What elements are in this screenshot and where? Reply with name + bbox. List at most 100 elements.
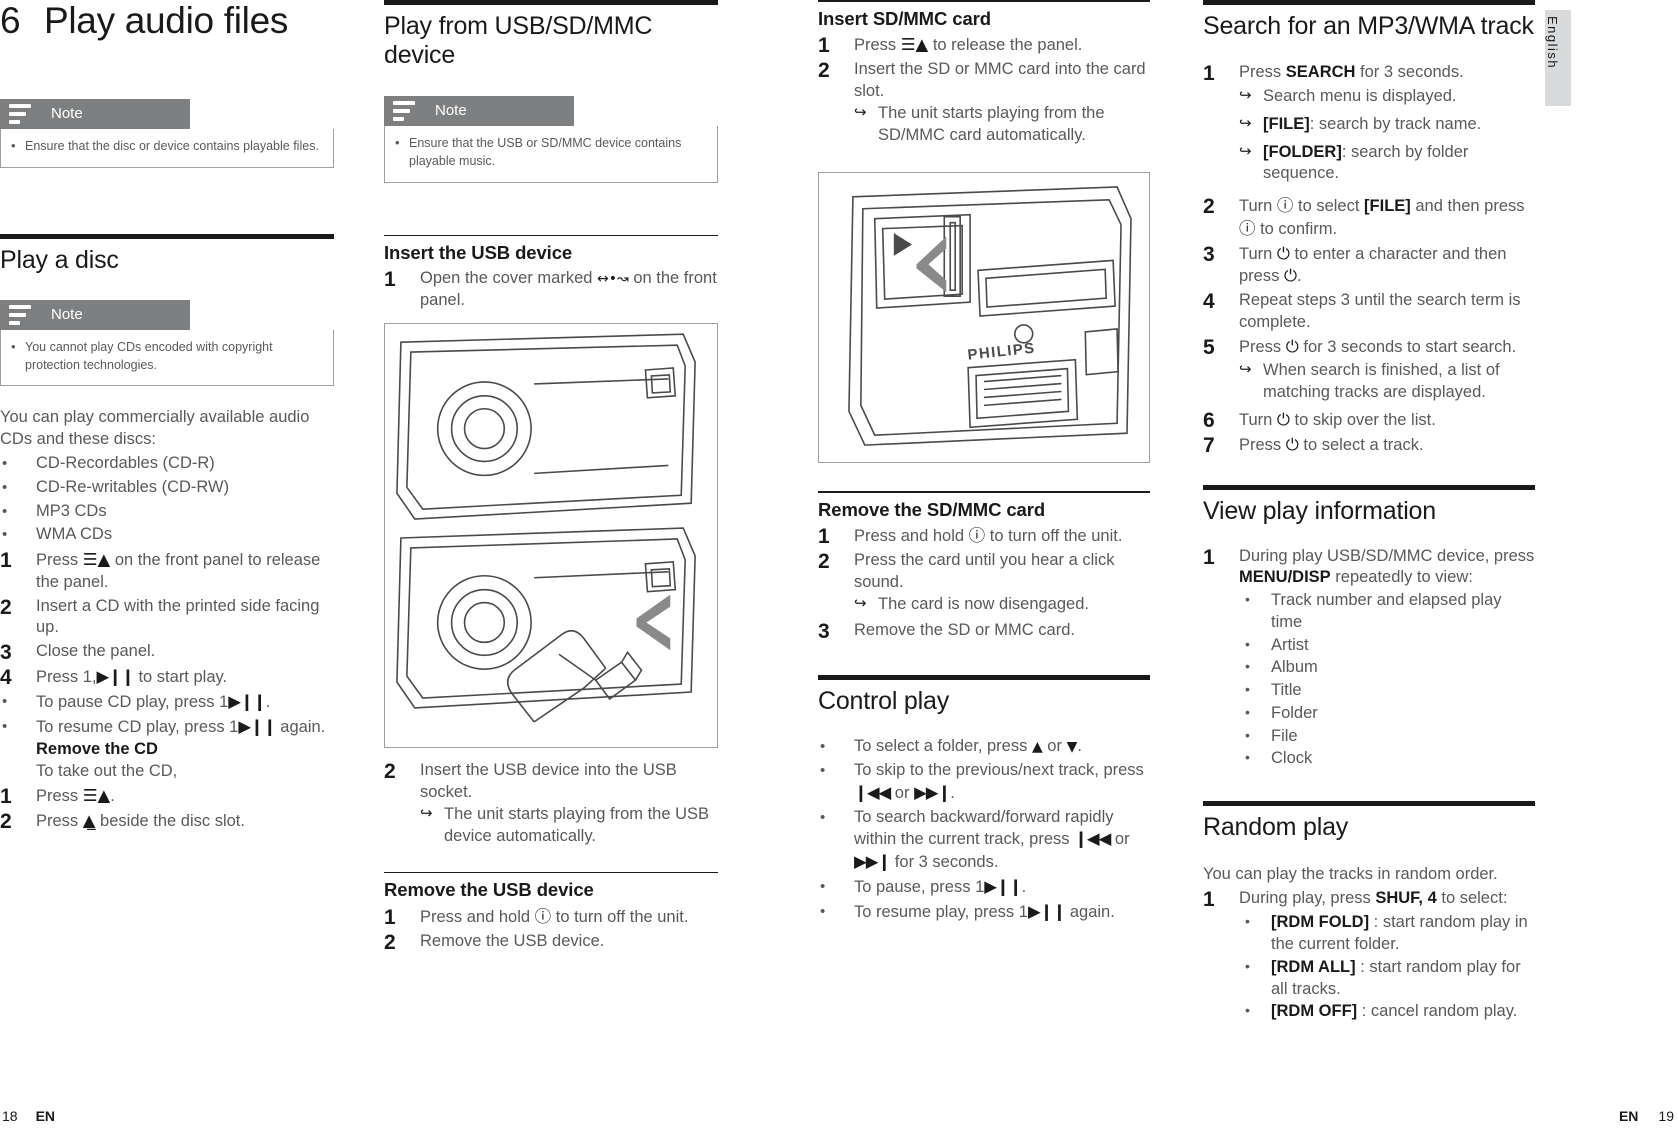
insert-sd-steps: 1 Press ☰▲ to release the panel. 2 Inser… — [818, 34, 1150, 103]
step-item: 1 Press and hold ⓘ to turn off the unit. — [384, 906, 718, 929]
list-item-label: Album — [1271, 658, 1318, 677]
step-text: Insert the SD or MMC card into the card … — [854, 59, 1146, 100]
step-text: Press ☰▲ to release the panel. — [854, 34, 1083, 54]
power-icon: ⏻ — [1276, 410, 1290, 430]
list-item: • Artist — [1239, 635, 1535, 657]
list-item: • [RDM OFF] : cancel random play. — [1239, 1001, 1535, 1023]
note-item: Ensure that the USB or SD/MMC device con… — [393, 134, 707, 171]
insert-usb-section: Insert the USB device — [384, 234, 718, 265]
step-number: 6 — [1203, 409, 1215, 433]
insert-usb-step2-list: 2 Insert the USB device into the USB soc… — [384, 760, 718, 804]
step-number: 3 — [818, 620, 830, 644]
control-play-bullets: • To select a folder, press ▲ or ▼. • To… — [818, 736, 1150, 923]
play-pause-icon: ▶❙❙ — [228, 692, 266, 712]
remove-sd-step3-list: 3 Remove the SD or MMC card. — [818, 620, 1150, 643]
step-number: 1 — [818, 33, 830, 57]
step-result: ↪ [FILE]: search by track name. — [1239, 114, 1535, 136]
play-from-usb-heading: Play from USB/SD/MMC device — [384, 12, 653, 69]
step-text: Turn ⓘ to select [FILE] and then press ⓘ… — [1239, 196, 1525, 238]
step-text: Press and hold ⓘ to turn off the unit. — [854, 525, 1123, 545]
arrow-icon: ↪ — [1239, 142, 1252, 160]
step-item: 7 Press ⏻ to select a track. — [1203, 434, 1535, 457]
page-number-right: 19 — [1658, 1108, 1674, 1124]
bullet-icon: • — [2, 478, 8, 496]
list-item-label: MP3 CDs — [36, 501, 107, 520]
next-track-icon: ▶▶❙ — [854, 852, 891, 872]
step-item: 4 Repeat steps 3 until the search term i… — [1203, 290, 1535, 334]
language-side-tab: English — [1545, 10, 1571, 106]
brand-label: PHILIPS — [967, 341, 1037, 364]
step-number: 4 — [0, 666, 12, 690]
bullet-icon: • — [1245, 703, 1250, 720]
list-item-label: To skip to the previous/next track, pres… — [854, 760, 1144, 802]
step-item: 2 Insert a CD with the printed side faci… — [0, 596, 334, 640]
eject-panel-icon: ☰▲ — [82, 550, 111, 570]
bullet-icon: • — [1245, 681, 1250, 698]
bullet-icon: • — [2, 455, 8, 473]
eject-disc-icon: ▲̲ — [82, 810, 96, 830]
bullet-icon: • — [2, 693, 8, 711]
step-item: 3 Close the panel. — [0, 641, 334, 664]
list-item: • [RDM FOLD] : start random play in the c… — [1239, 912, 1535, 956]
remove-cd-steps: 1 Press ☰▲. 2 Press ▲̲ beside the disc s… — [0, 785, 334, 833]
step-number: 1 — [818, 524, 830, 548]
step-number: 2 — [384, 930, 396, 954]
list-item-label: Artist — [1271, 635, 1309, 654]
step-number: 2 — [0, 809, 12, 833]
step-result: ↪ Search menu is displayed. — [1239, 86, 1535, 108]
step-item: 1 Press ☰▲. — [0, 785, 334, 808]
list-item-label: [RDM OFF] : cancel random play. — [1271, 1002, 1518, 1021]
bullet-icon: • — [1245, 635, 1250, 652]
step-text: During play USB/SD/MMC device, press MEN… — [1239, 546, 1535, 587]
list-item-label: To select a folder, press ▲ or ▼. — [854, 737, 1082, 756]
note-body: Ensure that the disc or device contains … — [0, 129, 334, 168]
insertion-arrow-icon — [916, 236, 947, 293]
view-play-info-heading: View play information — [1203, 496, 1436, 525]
list-item-label: To resume play, press 1▶❙❙ again. — [854, 901, 1115, 921]
step-item: 3 Turn ⏻ to enter a character and then p… — [1203, 243, 1535, 289]
note-icon — [384, 100, 427, 122]
list-item-label: To pause CD play, press 1▶❙❙. — [36, 692, 271, 712]
column-four: Search for an MP3/WMA track 1 Press SEAR… — [1203, 0, 1535, 1023]
bullet-icon: • — [1245, 658, 1250, 675]
note-icon — [0, 304, 43, 325]
note-label: Note — [43, 99, 83, 129]
step-item: 2 Insert the SD or MMC card into the car… — [818, 59, 1150, 103]
step-text: Press the card until you hear a click so… — [854, 550, 1115, 591]
arrow-icon: ↪ — [1239, 87, 1252, 105]
step-text: Remove the SD or MMC card. — [854, 621, 1075, 640]
bullet-icon: • — [2, 526, 8, 544]
section-rule — [818, 490, 1150, 493]
remove-usb-section: Remove the USB device — [384, 871, 718, 902]
bullet-icon: • — [1245, 591, 1250, 608]
prev-track-icon: ❙◀◀ — [854, 782, 891, 802]
view-play-info-items: • Track number and elapsed play time • Art… — [1239, 590, 1535, 770]
view-play-info-steps: 1 During play USB/SD/MMC device, press M… — [1203, 546, 1535, 590]
list-item: • CD-Recordables (CD-R) — [0, 453, 334, 475]
list-item: • To select a folder, press ▲ or ▼. — [818, 736, 1150, 758]
section-rule — [1203, 0, 1535, 5]
step-result-text: [FILE]: search by track name. — [1263, 114, 1482, 133]
note-body: You cannot play CDs encoded with copyrig… — [0, 329, 334, 387]
language-side-tab-label: English — [1545, 16, 1560, 70]
list-item-label: CD-Re-writables (CD-RW) — [36, 477, 230, 496]
step-item: 1 Press and hold ⓘ to turn off the unit. — [818, 525, 1150, 548]
note-item: You cannot play CDs encoded with copyrig… — [9, 338, 323, 375]
random-play-options: • [RDM FOLD] : start random play in the c… — [1239, 912, 1535, 1023]
step-result: ↪ The unit starts playing from the SD/MM… — [854, 103, 1150, 147]
sd-card-slot-illustration: PHILIPS — [818, 171, 1150, 463]
insert-sd-heading: Insert SD/MMC card — [818, 7, 991, 29]
footer-left: 18 EN — [2, 1108, 55, 1124]
arrow-icon: ↪ — [854, 595, 867, 613]
random-play-section: Random play — [1203, 801, 1535, 842]
list-item-label: To pause, press 1▶❙❙. — [854, 876, 1027, 896]
play-pause-icon: ▶❙❙ — [984, 876, 1022, 896]
section-rule — [384, 234, 718, 237]
list-item: • Clock — [1239, 748, 1535, 770]
step-result: ↪ The unit starts playing from the USB d… — [420, 804, 718, 848]
list-item: • To resume CD play, press 1▶❙❙ again. — [0, 716, 334, 739]
bullet-icon: • — [820, 761, 826, 779]
arrow-icon: ↪ — [1239, 114, 1252, 132]
search-track-steps-rest: 2 Turn ⓘ to select [FILE] and then press… — [1203, 195, 1535, 359]
step-result-text: [FOLDER]: search by folder sequence. — [1263, 142, 1469, 183]
